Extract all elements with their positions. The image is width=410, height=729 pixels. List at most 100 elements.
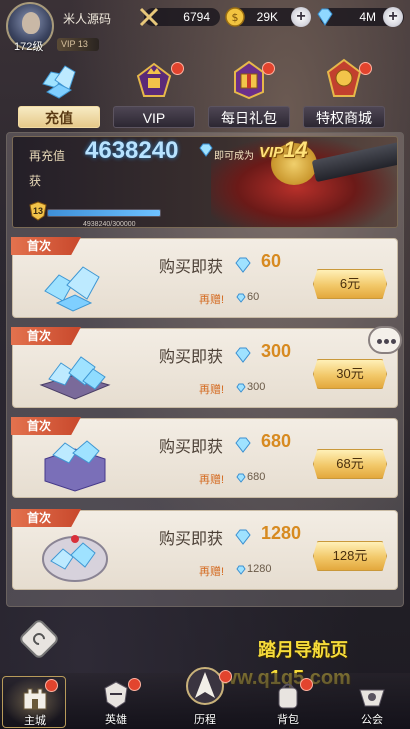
tab-recharge-label: 充值 bbox=[18, 106, 100, 128]
diamond-icon bbox=[236, 565, 246, 575]
nav-main-city[interactable]: 主城 bbox=[2, 676, 66, 728]
buy-30-button[interactable]: 30元 bbox=[313, 359, 387, 389]
nav-journey-label: 历程 bbox=[194, 714, 216, 726]
vip-progress-fill bbox=[48, 210, 160, 216]
diamond-icon bbox=[317, 8, 333, 26]
swords-icon bbox=[139, 7, 159, 27]
backpack-notification-dot bbox=[300, 678, 313, 691]
recharge-needed-amount: 4638240 bbox=[85, 137, 179, 164]
target-vip-prefix: VIP bbox=[259, 144, 284, 161]
vip-notification-dot bbox=[171, 62, 184, 75]
buy-label: 购买即获 bbox=[159, 349, 224, 366]
diamond-icon bbox=[199, 143, 213, 157]
power-value: 6794 bbox=[183, 10, 210, 24]
chat-dot bbox=[384, 339, 389, 344]
chat-bubble-button[interactable] bbox=[368, 326, 402, 354]
hero-helmet-icon bbox=[104, 681, 128, 709]
bonus-amount: 1280 bbox=[247, 563, 272, 575]
offer-row-1280: 首次 购买即获 1280 再赠! 1280 128元 bbox=[11, 509, 398, 590]
bonus-label: 再赠! bbox=[199, 384, 225, 396]
current-vip-level: 13 bbox=[33, 206, 44, 216]
nav-guild[interactable]: 公会 bbox=[340, 676, 404, 728]
vip-progress-banner: 再充值 4638240 即可成为 VIP14 获 13 4938240/3000… bbox=[12, 136, 398, 228]
diamond-amount: 60 bbox=[261, 251, 282, 271]
privilege-shop-notification-dot bbox=[359, 62, 372, 75]
buy-128-button[interactable]: 128元 bbox=[313, 541, 387, 571]
bonus-label: 再赠! bbox=[199, 294, 225, 306]
gold-coin-icon: $ bbox=[225, 7, 245, 27]
nav-heroes[interactable]: 英雄 bbox=[84, 676, 148, 728]
buy-label: 购买即获 bbox=[159, 439, 224, 456]
tab-daily-gift-label: 每日礼包 bbox=[208, 106, 290, 128]
svg-text:$: $ bbox=[232, 11, 239, 24]
add-gold-button[interactable]: + bbox=[291, 7, 311, 27]
target-vip-level: VIP14 bbox=[259, 137, 308, 163]
diamond-resource: 4M + bbox=[317, 7, 404, 27]
heroes-notification-dot bbox=[128, 678, 141, 691]
offer-row-300: 首次 购买即获 300 再赠! 300 30元 bbox=[11, 327, 398, 408]
diamond-amount: 1280 bbox=[261, 523, 302, 543]
tab-recharge[interactable]: 充值 bbox=[18, 56, 100, 130]
diamond-icon bbox=[236, 473, 246, 483]
first-purchase-ribbon: 首次 bbox=[11, 417, 81, 435]
diamond-icon bbox=[236, 293, 246, 303]
buy-6-button[interactable]: 6元 bbox=[313, 269, 387, 299]
vip-progress-bar bbox=[47, 209, 161, 217]
guild-icon bbox=[359, 689, 385, 707]
tab-vip[interactable]: VIP bbox=[113, 56, 195, 130]
vip-crown-emblem-icon bbox=[136, 62, 172, 97]
nav-main-city-label: 主城 bbox=[24, 715, 46, 727]
watermark-title: 踏月导航页 bbox=[258, 640, 348, 660]
diamond-icon bbox=[236, 383, 246, 393]
diamond-amount: 680 bbox=[261, 431, 292, 451]
tab-daily-gift[interactable]: 每日礼包 bbox=[208, 56, 290, 130]
diamond-icon bbox=[235, 437, 251, 453]
first-purchase-ribbon: 首次 bbox=[11, 237, 81, 255]
diamond-amount: 300 bbox=[261, 341, 292, 361]
bonus-amount: 60 bbox=[247, 291, 260, 303]
privilege-shop-emblem-icon bbox=[326, 58, 362, 97]
nav-guild-label: 公会 bbox=[361, 714, 383, 726]
recharge-prefix-text: 再充值 bbox=[29, 149, 66, 163]
buy-label: 购买即获 bbox=[159, 259, 224, 276]
add-diamond-button[interactable]: + bbox=[383, 7, 403, 27]
gain-text: 获 bbox=[29, 174, 42, 188]
player-level-badge: 172级 bbox=[14, 41, 44, 53]
become-text: 即可成为 bbox=[214, 151, 254, 162]
journey-emblem-icon bbox=[186, 667, 224, 705]
tab-privilege-shop[interactable]: 特权商城 bbox=[303, 56, 385, 130]
nav-backpack[interactable]: 背包 bbox=[256, 676, 320, 728]
daily-gift-notification-dot bbox=[262, 62, 275, 75]
offer-row-680: 首次 购买即获 680 再赠! 680 68元 bbox=[11, 417, 398, 498]
tab-vip-label: VIP bbox=[113, 106, 195, 128]
vip-level-tag[interactable]: VIP 13 bbox=[57, 38, 99, 51]
vip-progress-text: 4938240/300000 bbox=[83, 221, 136, 228]
top-bar: 172级 米人源码 VIP 13 6794 $ 29K + 4M + bbox=[0, 0, 410, 60]
diamond-icon bbox=[235, 347, 251, 363]
first-purchase-ribbon: 首次 bbox=[11, 327, 81, 345]
nav-journey[interactable]: 历程 bbox=[173, 667, 237, 728]
offer-row-60: 首次 购买即获 60 再赠! 60 6元 bbox=[11, 237, 398, 318]
nav-heroes-label: 英雄 bbox=[105, 714, 127, 726]
backpack-icon bbox=[278, 683, 298, 709]
power-resource: 6794 bbox=[139, 7, 220, 27]
diamond-ring-icon bbox=[42, 535, 108, 582]
tab-privilege-shop-label: 特权商城 bbox=[303, 106, 385, 128]
diamond-icon bbox=[235, 529, 251, 545]
diamond-small-pile-icon bbox=[44, 266, 100, 312]
diamond-tray-icon bbox=[39, 356, 111, 400]
bonus-amount: 300 bbox=[247, 381, 266, 393]
diamond-chest-icon bbox=[44, 440, 106, 492]
bonus-amount: 680 bbox=[247, 471, 266, 483]
first-purchase-ribbon: 首次 bbox=[11, 509, 81, 527]
bonus-label: 再赠! bbox=[199, 566, 225, 578]
diamond-icon bbox=[235, 257, 251, 273]
buy-68-button[interactable]: 68元 bbox=[313, 449, 387, 479]
chat-dot bbox=[377, 339, 382, 344]
diamond-value: 4M bbox=[359, 10, 376, 24]
buy-label: 购买即获 bbox=[159, 531, 224, 548]
target-vip-number: 14 bbox=[283, 137, 308, 162]
avatar-face bbox=[22, 12, 40, 34]
player-name: 米人源码 bbox=[63, 12, 112, 26]
gold-value: 29K bbox=[256, 10, 278, 24]
